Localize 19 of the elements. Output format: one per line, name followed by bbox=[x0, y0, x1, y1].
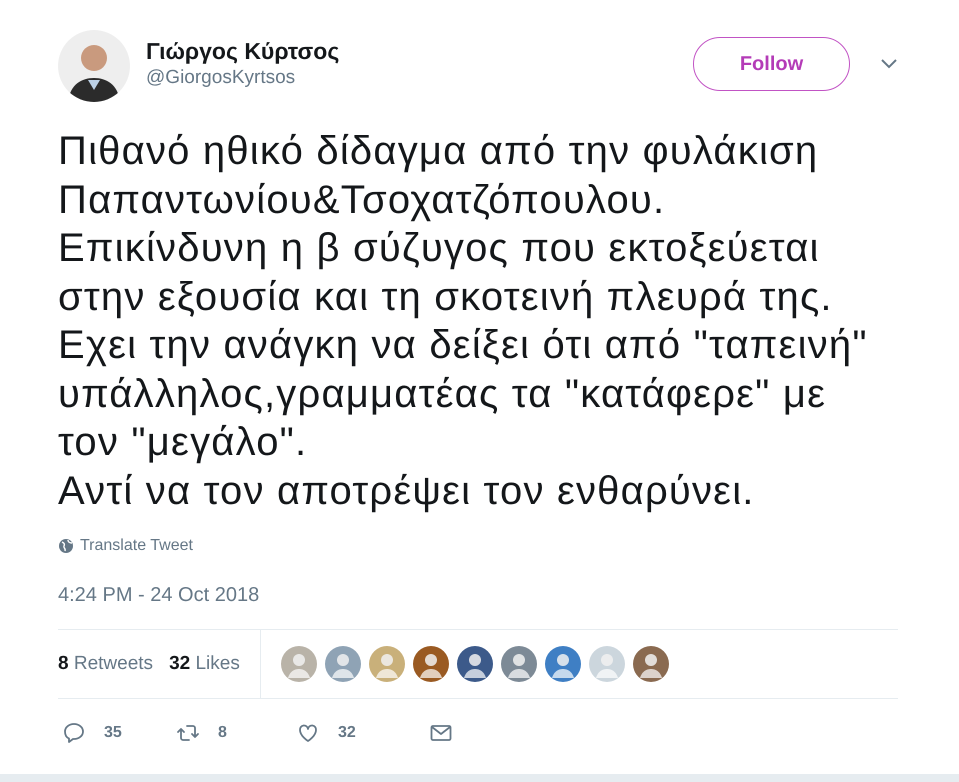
liker-avatar[interactable] bbox=[544, 646, 581, 682]
liker-avatar[interactable] bbox=[632, 646, 669, 682]
liker-avatar[interactable] bbox=[456, 646, 493, 682]
chevron-down-icon[interactable] bbox=[880, 58, 898, 70]
author-name[interactable]: Γιώργος Κύρτσος bbox=[146, 37, 340, 65]
action-count: 32 bbox=[338, 723, 356, 743]
timestamp[interactable]: 4:24 PM - 24 Oct 2018 bbox=[58, 580, 898, 610]
follow-button[interactable]: Follow bbox=[693, 37, 850, 91]
action-count: 8 bbox=[218, 723, 227, 743]
liker-avatar[interactable] bbox=[500, 646, 537, 682]
author-handle[interactable]: @GiorgosKyrtsos bbox=[146, 65, 340, 91]
translate-link[interactable]: Translate Tweet bbox=[80, 534, 193, 558]
globe-icon[interactable] bbox=[58, 538, 74, 554]
stat-link[interactable]: 8 Retweets bbox=[58, 650, 154, 678]
stat-link[interactable]: 32 Likes bbox=[169, 650, 240, 678]
liker-avatar[interactable] bbox=[412, 646, 449, 682]
tweet-text: Πιθανό ηθικό δίδαγμα από την φυλάκιση Παπαντωνίου&Τσοχατζόπουλου. Επικίνδυνη η β σύζυγος που εκτοξεύεται στην εξουσία και τη σκοτεινή πλευρά της. Εχει την ανάγκη να δείξει ότι από "ταπεινή" υπάλληλος,γραμματέας τα "κατάφερε" με τον "μεγάλο". Αντί να τον αποτρέψει τον ενθαρύνει. bbox=[58, 128, 868, 514]
action-count: 35 bbox=[104, 723, 122, 743]
speech-bubble-icon[interactable] bbox=[62, 721, 86, 745]
